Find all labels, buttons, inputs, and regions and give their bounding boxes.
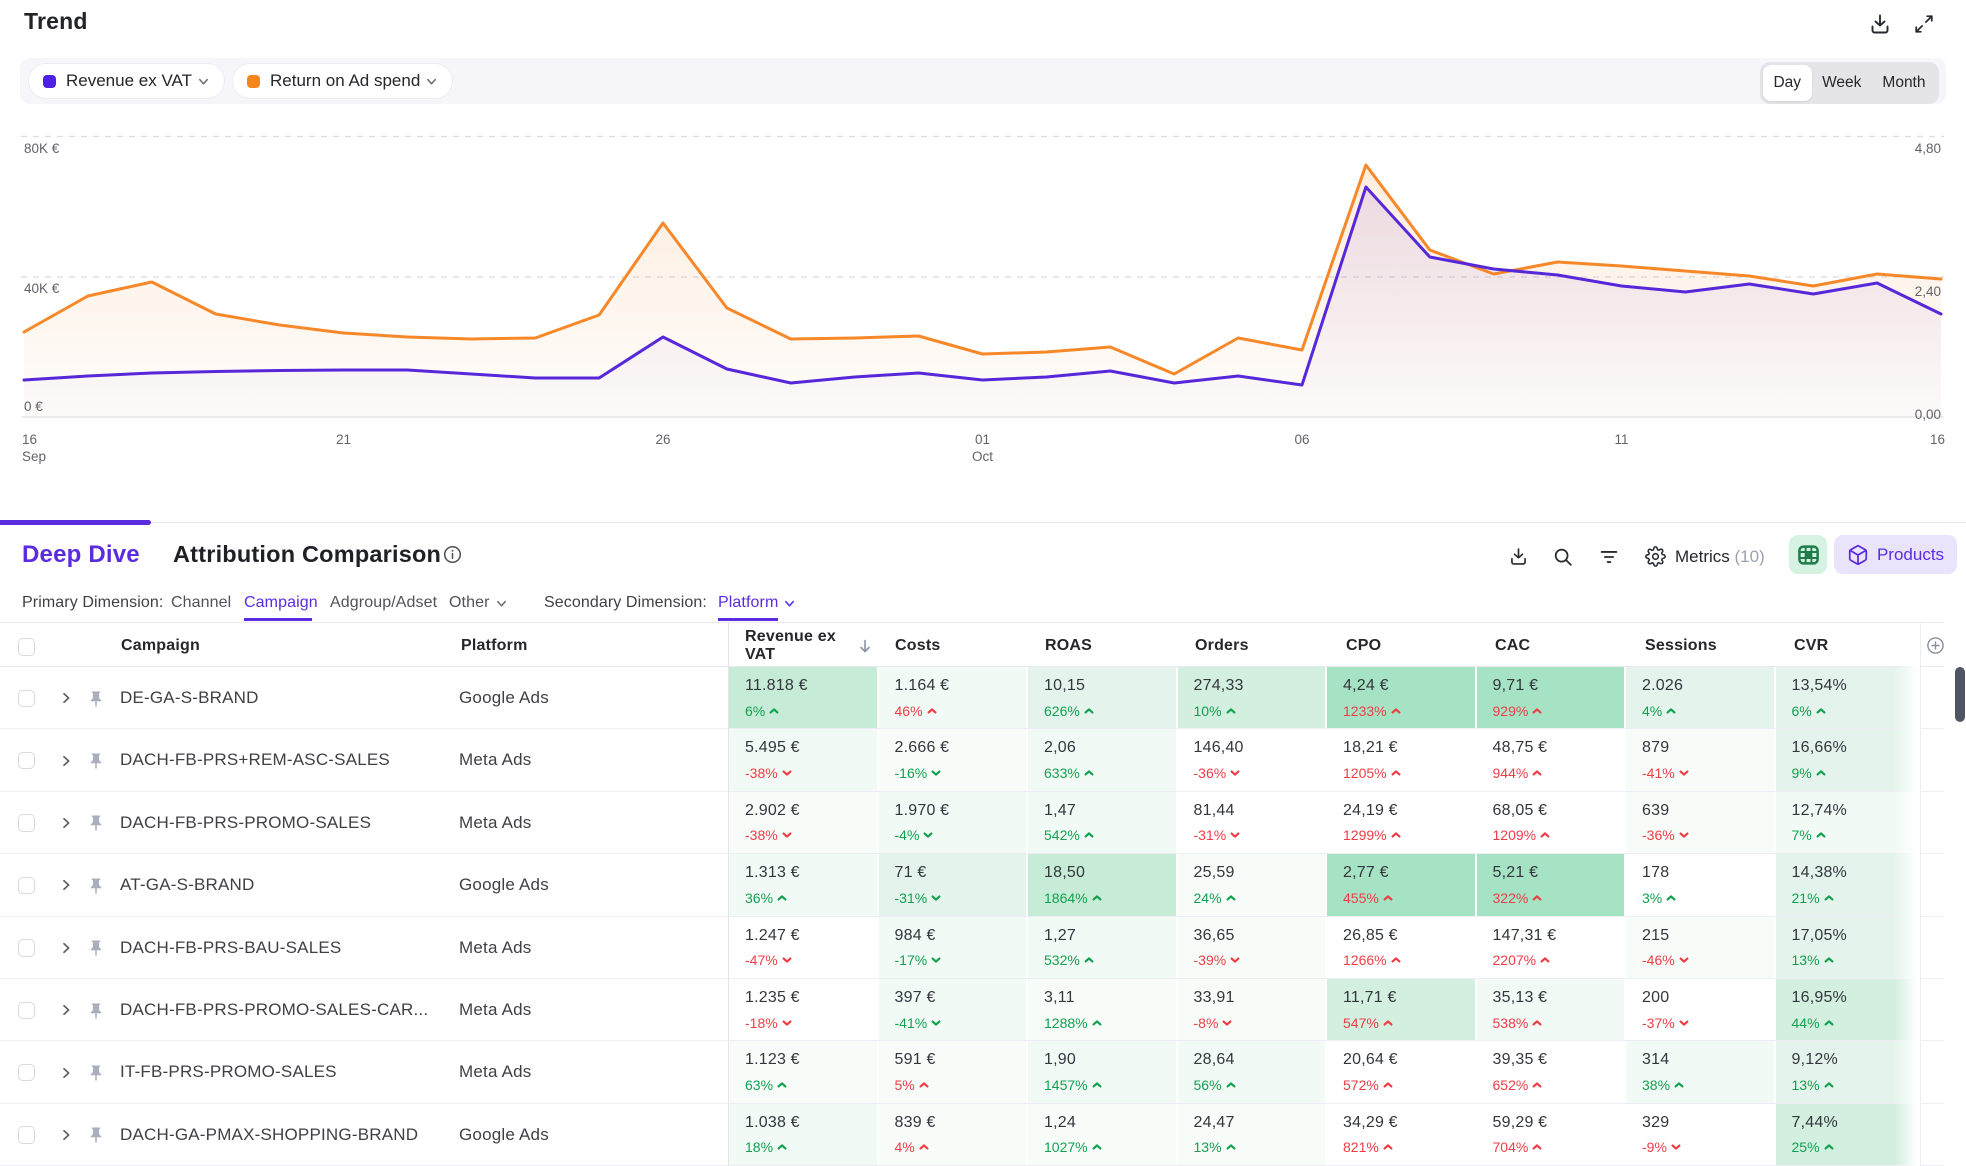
svg-text:4,80: 4,80 xyxy=(1915,141,1941,156)
svg-text:01: 01 xyxy=(975,432,990,447)
svg-text:80K €: 80K € xyxy=(24,141,60,156)
svg-text:2,40: 2,40 xyxy=(1915,284,1941,299)
svg-text:16: 16 xyxy=(22,432,37,447)
svg-text:26: 26 xyxy=(655,432,670,447)
svg-text:21: 21 xyxy=(336,432,351,447)
svg-text:Sep: Sep xyxy=(22,449,46,464)
svg-text:06: 06 xyxy=(1294,432,1309,447)
svg-text:40K €: 40K € xyxy=(24,281,60,296)
svg-text:11: 11 xyxy=(1614,432,1628,447)
svg-text:16: 16 xyxy=(1930,432,1945,447)
svg-text:Oct: Oct xyxy=(972,449,993,464)
svg-text:0 €: 0 € xyxy=(24,399,43,414)
svg-text:0,00: 0,00 xyxy=(1915,407,1941,422)
